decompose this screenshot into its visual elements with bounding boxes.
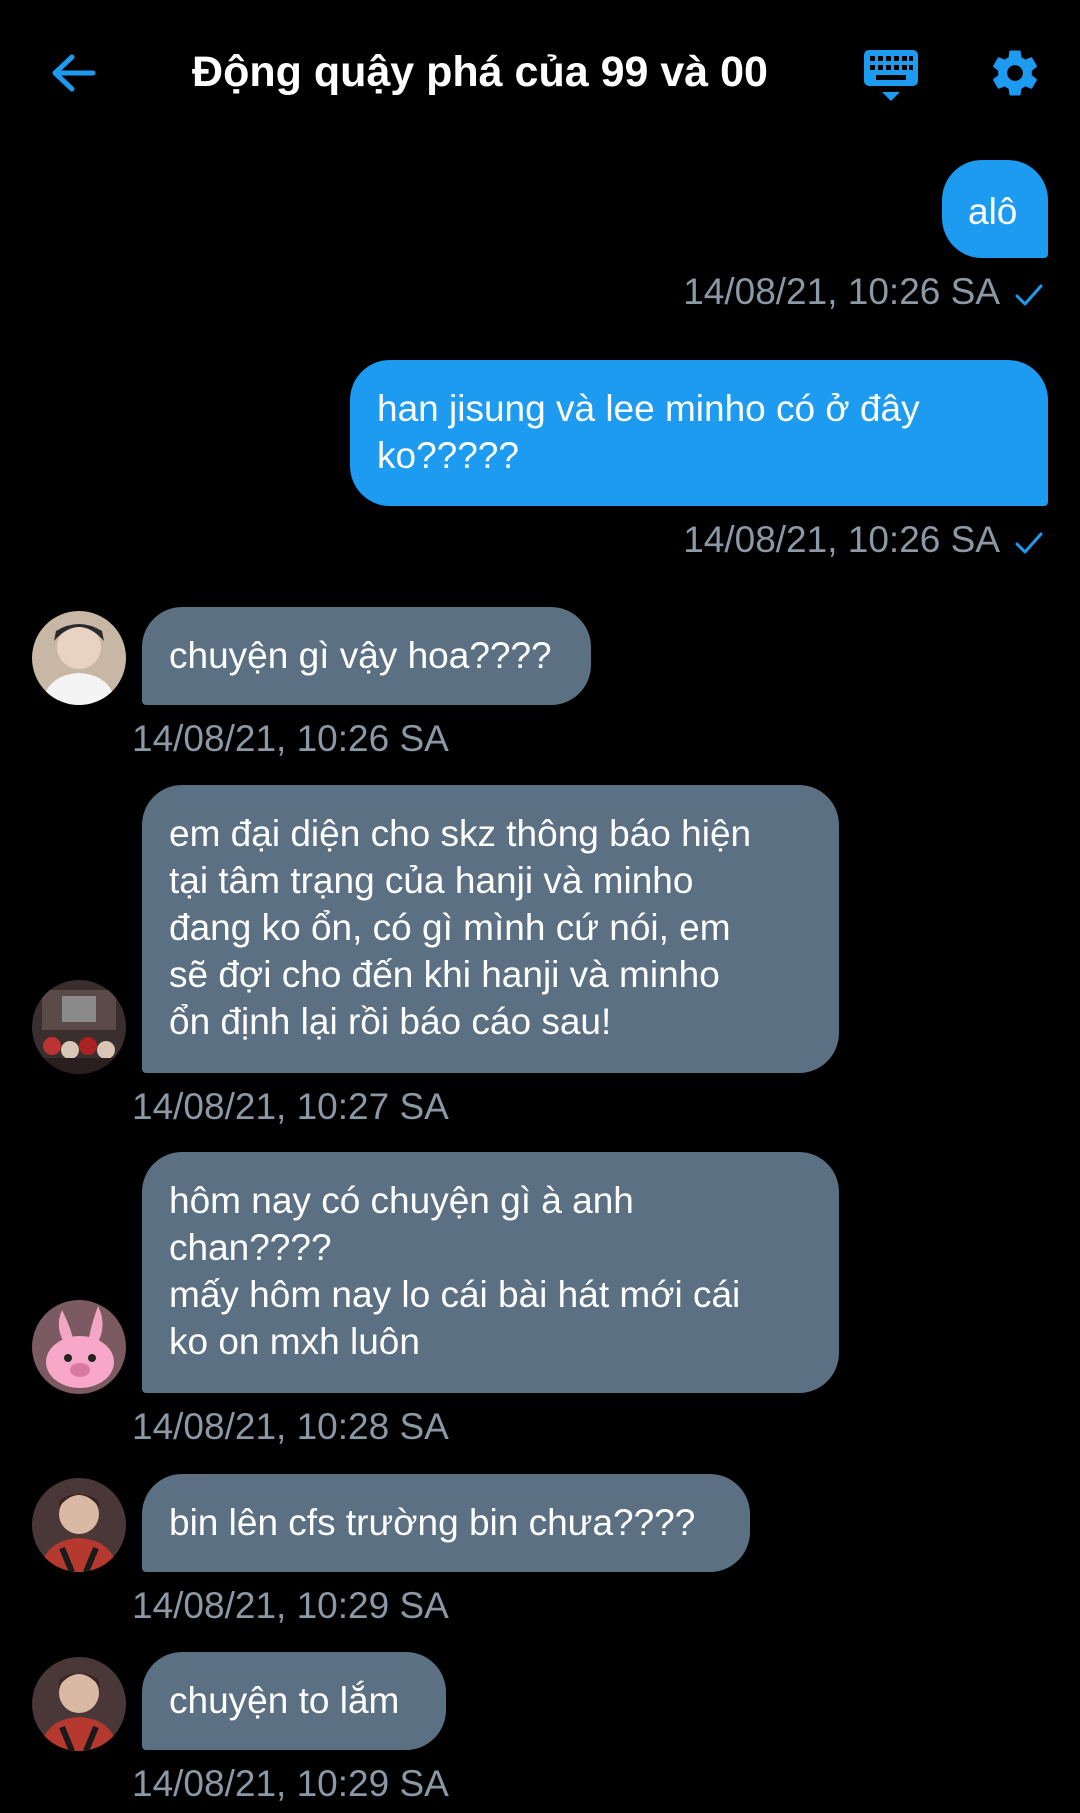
received-message-bubble[interactable]: em đại diện cho skz thông báo hiện tại t…	[142, 785, 839, 1073]
sent-message-bubble[interactable]: alô	[942, 160, 1048, 258]
sent-check-icon	[1015, 532, 1043, 554]
gear-icon	[993, 50, 1037, 96]
received-message-bubble[interactable]: chuyện to lắm	[142, 1652, 446, 1750]
message-timestamp: 14/08/21, 10:29 SA	[132, 1585, 449, 1626]
keyboard-button[interactable]	[862, 48, 920, 104]
avatar[interactable]	[32, 980, 126, 1074]
received-message-bubble[interactable]: chuyện gì vậy hoa????	[142, 607, 591, 705]
message-timestamp: 14/08/21, 10:27 SA	[132, 1086, 449, 1127]
message-timestamp: 14/08/21, 10:26 SA	[683, 271, 1000, 312]
arrow-left-icon	[52, 54, 96, 92]
settings-button[interactable]	[988, 46, 1042, 100]
conversation-title: Động quậy phá của 99 và 00	[192, 48, 768, 96]
message-timestamp: 14/08/21, 10:29 SA	[132, 1763, 449, 1804]
sent-message-bubble[interactable]: han jisung và lee minho có ở đây ko?????	[350, 360, 1048, 506]
back-button[interactable]	[46, 50, 100, 96]
avatar[interactable]	[32, 1478, 126, 1572]
received-message-bubble[interactable]: hôm nay có chuyện gì à anh chan???? mấy …	[142, 1152, 839, 1393]
message-timestamp: 14/08/21, 10:28 SA	[132, 1406, 449, 1447]
avatar[interactable]	[32, 1657, 126, 1751]
sent-check-icon	[1015, 284, 1043, 306]
conversation-header: Động quậy phá của 99 và 00	[0, 0, 1080, 145]
keyboard-icon	[864, 50, 918, 101]
avatar[interactable]	[32, 1300, 126, 1394]
avatar[interactable]	[32, 611, 126, 705]
received-message-bubble[interactable]: bin lên cfs trường bin chưa????	[142, 1474, 750, 1572]
message-timestamp: 14/08/21, 10:26 SA	[132, 718, 449, 759]
message-timestamp: 14/08/21, 10:26 SA	[683, 519, 1000, 560]
